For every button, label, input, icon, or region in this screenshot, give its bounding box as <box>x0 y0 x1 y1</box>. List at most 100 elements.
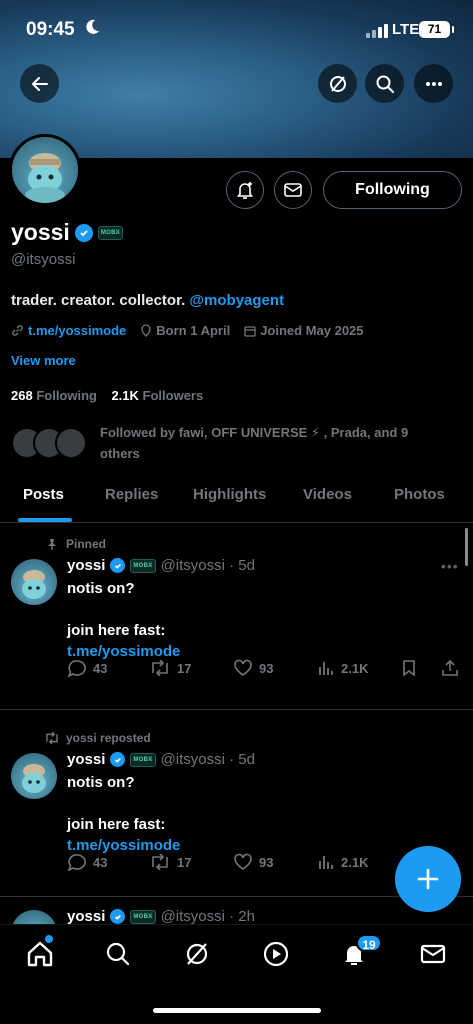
search-button[interactable] <box>365 64 404 103</box>
grok-icon <box>329 75 346 92</box>
tab-posts[interactable]: Posts <box>23 486 64 503</box>
affiliate-badge[interactable]: MOBX <box>130 752 156 767</box>
bookmark-icon <box>403 660 415 677</box>
views-chart-icon <box>319 662 333 675</box>
affiliate-badge[interactable]: MOBX <box>97 225 124 240</box>
verified-badge-icon[interactable] <box>110 752 126 767</box>
following-button-label: Following <box>355 181 430 198</box>
signal-icon <box>366 24 388 38</box>
notify-button[interactable] <box>226 171 264 209</box>
reply-icon <box>67 660 86 677</box>
profile-avatar[interactable] <box>9 134 81 206</box>
profile-name-row: yossi MOBX <box>11 219 124 246</box>
repost-icon <box>46 732 58 744</box>
pin-icon <box>48 538 56 550</box>
post-author-name[interactable]: yossi <box>67 557 105 574</box>
reply-button[interactable]: 43 <box>67 659 107 677</box>
more-button[interactable] <box>414 64 453 103</box>
network-type: LTE <box>392 21 420 38</box>
nav-video[interactable] <box>261 939 291 969</box>
profile-name: yossi <box>11 219 70 245</box>
following-count-link[interactable]: 268 Following <box>11 388 97 403</box>
post-author-name[interactable]: yossi <box>67 908 105 925</box>
views-button[interactable]: 2.1K <box>317 659 368 677</box>
views-chart-icon <box>319 856 333 869</box>
post-avatar[interactable] <box>11 753 57 799</box>
affiliate-badge[interactable]: MOBX <box>130 909 156 924</box>
tab-highlights[interactable]: Highlights <box>193 486 266 503</box>
location-pin-icon <box>141 324 151 337</box>
post-avatar[interactable] <box>11 559 57 605</box>
post-header: yossi MOBX @itsyossi · 5d <box>67 557 255 574</box>
message-button[interactable] <box>274 171 312 209</box>
followed-by-avatars[interactable] <box>11 427 91 459</box>
home-unread-dot <box>45 935 53 943</box>
status-time: 09:45 <box>26 19 75 40</box>
repost-button[interactable]: 17 <box>149 854 191 870</box>
arrow-left-icon <box>31 76 48 91</box>
post-handle-time: @itsyossi · 5d <box>160 751 255 768</box>
envelope-icon <box>420 944 446 964</box>
profile-link[interactable]: t.me/yossimode <box>28 323 126 338</box>
tab-photos[interactable]: Photos <box>394 486 445 503</box>
profile-link-item[interactable]: t.me/yossimode <box>11 323 126 338</box>
profile-handle: @itsyossi <box>11 251 76 268</box>
views-button[interactable]: 2.1K <box>317 853 368 871</box>
moon-icon <box>86 19 100 40</box>
tab-videos[interactable]: Videos <box>303 486 352 503</box>
repost-context: yossi reposted <box>44 731 151 745</box>
search-icon <box>106 942 130 966</box>
notifications-badge: 19 <box>356 934 382 952</box>
followed-by-text[interactable]: Followed by fawi, OFF UNIVERSE ⚡ , Prada… <box>100 422 440 464</box>
post-header: yossi MOBX @itsyossi · 5d <box>67 751 255 768</box>
born-text: Born 1 April <box>156 323 231 338</box>
nav-search[interactable] <box>103 939 133 969</box>
envelope-icon <box>284 183 302 197</box>
profile-tabs: Posts Replies Highlights Videos Photos <box>0 476 473 523</box>
verified-badge-icon[interactable] <box>110 558 126 573</box>
verified-badge-icon[interactable] <box>110 909 126 924</box>
heart-icon <box>234 853 252 870</box>
bell-plus-icon <box>236 182 254 199</box>
post-author-name[interactable]: yossi <box>67 751 105 768</box>
repost-button[interactable]: 17 <box>149 660 191 676</box>
reply-icon <box>67 854 86 871</box>
tab-replies[interactable]: Replies <box>105 486 158 503</box>
affiliate-badge[interactable]: MOBX <box>130 558 156 573</box>
profile-meta: t.me/yossimode Born 1 April Joined May 2… <box>11 323 364 338</box>
pinned-context: Pinned <box>46 537 106 551</box>
post-header: yossi MOBX @itsyossi · 2h <box>67 908 255 925</box>
joined-item: Joined May 2025 <box>244 323 364 338</box>
post-text: notis on? join here fast: t.me/yossimode <box>67 774 181 854</box>
home-indicator[interactable] <box>153 1008 321 1013</box>
post-handle-time: @itsyossi · 2h <box>160 908 255 925</box>
share-icon <box>442 659 458 676</box>
nav-home[interactable] <box>25 939 55 969</box>
following-button[interactable]: Following <box>323 171 462 209</box>
nav-grok[interactable] <box>182 939 212 969</box>
bio-mention-link[interactable]: @mobyagent <box>189 292 284 309</box>
reply-button[interactable]: 43 <box>67 853 107 871</box>
grok-icon <box>186 943 208 965</box>
scrollbar[interactable] <box>465 528 468 566</box>
view-more-link[interactable]: View more <box>11 353 76 368</box>
like-button[interactable]: 93 <box>233 853 273 871</box>
nav-messages[interactable] <box>418 939 448 969</box>
battery-icon: 71 <box>419 21 454 38</box>
bookmark-button[interactable] <box>401 659 417 677</box>
post-more-icon[interactable]: ••• <box>441 558 459 574</box>
active-tab-indicator <box>18 518 72 522</box>
more-icon <box>425 81 442 86</box>
post-text: notis on? join here fast: t.me/yossimode <box>67 580 181 660</box>
heart-icon <box>234 659 252 676</box>
followers-count-link[interactable]: 2.1K Followers <box>111 388 203 403</box>
grok-button[interactable] <box>318 64 357 103</box>
bio-text: trader. creator. collector. <box>11 292 190 309</box>
compose-post-button[interactable] <box>395 846 461 912</box>
home-icon <box>27 941 53 967</box>
verified-badge-icon[interactable] <box>74 223 93 242</box>
calendar-icon <box>244 325 256 337</box>
share-button[interactable] <box>441 659 459 677</box>
back-button[interactable] <box>20 64 59 103</box>
like-button[interactable]: 93 <box>233 659 273 677</box>
